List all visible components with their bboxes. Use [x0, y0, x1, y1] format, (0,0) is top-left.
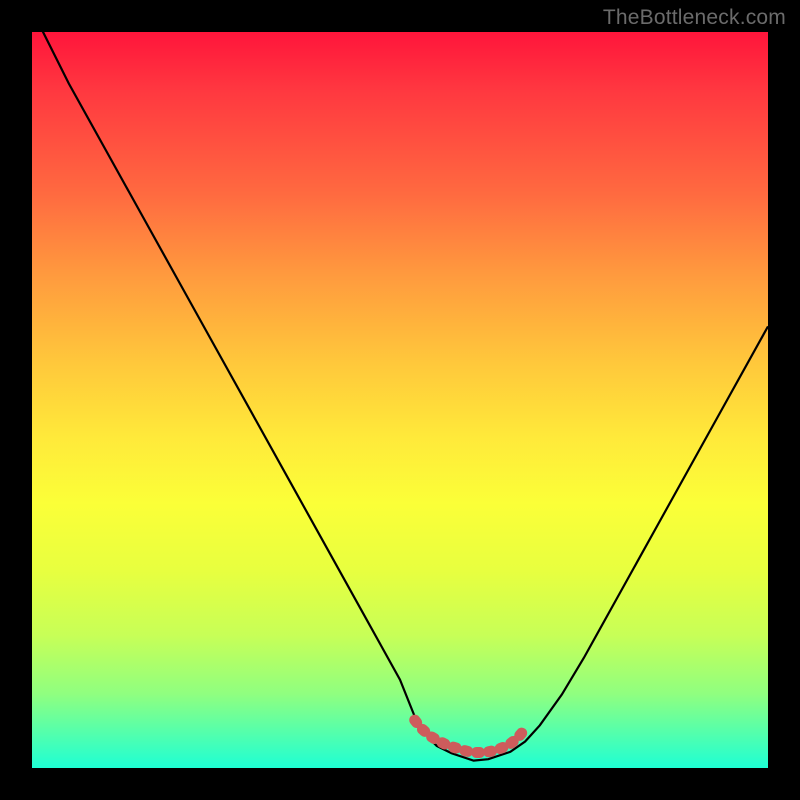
- plot-area: [32, 32, 768, 768]
- bottleneck-curve: [32, 32, 768, 761]
- watermark-label: TheBottleneck.com: [603, 6, 786, 30]
- chart-frame: TheBottleneck.com: [0, 0, 800, 800]
- bottleneck-chart-svg: [32, 32, 768, 768]
- optimal-band: [415, 720, 525, 752]
